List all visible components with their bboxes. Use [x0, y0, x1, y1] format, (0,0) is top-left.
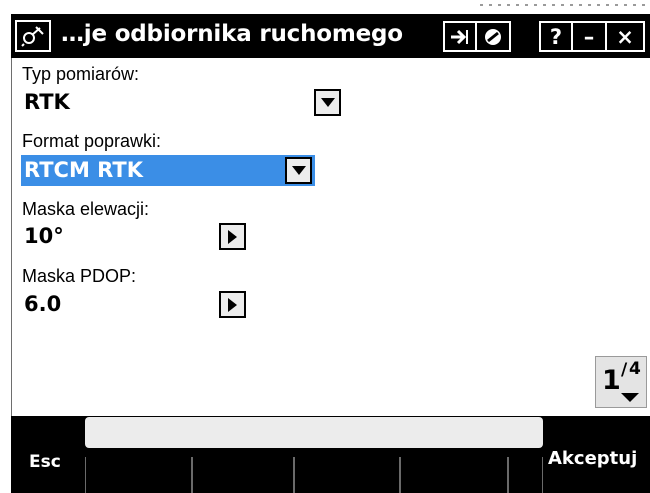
dropdown-arrow-icon[interactable] [285, 157, 312, 184]
satellite-icon [21, 26, 44, 47]
page-indicator-button[interactable]: 1 / 4 [595, 356, 647, 408]
pdop-mask-value: 6.0 [24, 292, 62, 316]
help-button[interactable]: ? [539, 21, 573, 52]
top-strip [0, 0, 650, 14]
softkey-bar: Esc Akceptuj [11, 416, 650, 493]
window-title: …je odbiornika ruchomego [61, 21, 403, 47]
dotted-decoration [480, 4, 650, 6]
right-arrow-icon[interactable] [219, 291, 246, 318]
esc-button[interactable]: Esc [29, 452, 61, 472]
page-separator: / [621, 360, 628, 380]
correction-format-value: RTCM RTK [24, 158, 143, 182]
survey-type-label: Typ pomiarów: [22, 64, 140, 84]
help-icon: ? [549, 24, 563, 49]
pdop-mask-label: Maska PDOP: [22, 266, 137, 286]
minimize-icon: – [583, 24, 595, 49]
survey-type-value: RTK [24, 90, 70, 114]
status-field [85, 417, 543, 448]
softkey-slot-5[interactable] [508, 457, 543, 493]
softkey-slot-4[interactable] [400, 457, 508, 493]
correction-format-label: Format poprawki: [22, 131, 162, 151]
total-pages: 4 [629, 359, 641, 379]
survey-type-dropdown[interactable]: RTK [21, 87, 343, 118]
forward-button[interactable] [443, 21, 477, 52]
elevation-mask-field[interactable]: 10° [21, 221, 249, 252]
page-down-icon [621, 393, 639, 402]
title-bar: …je odbiornika ruchomego ? – × [11, 14, 650, 58]
current-page: 1 [602, 365, 621, 396]
softkey-slot-1[interactable] [85, 457, 192, 493]
no-entry-button[interactable] [477, 21, 511, 52]
correction-format-dropdown[interactable]: RTCM RTK [21, 155, 315, 186]
elevation-mask-label: Maska elewacji: [22, 199, 150, 219]
close-icon: × [616, 24, 634, 49]
no-entry-icon [485, 28, 501, 45]
pdop-mask-field[interactable]: 6.0 [21, 289, 249, 320]
softkey-slot-2[interactable] [192, 457, 294, 493]
dropdown-arrow-icon[interactable] [314, 89, 341, 116]
forward-icon [451, 29, 468, 44]
close-button[interactable]: × [607, 21, 645, 52]
accept-button[interactable]: Akceptuj [548, 448, 637, 469]
form-panel: Typ pomiarów: RTK Format poprawki: RTCM … [11, 58, 650, 416]
app-icon[interactable] [15, 20, 51, 52]
right-arrow-icon[interactable] [219, 223, 246, 250]
elevation-mask-value: 10° [24, 224, 64, 248]
softkey-slot-3[interactable] [294, 457, 400, 493]
minimize-button[interactable]: – [573, 21, 607, 52]
